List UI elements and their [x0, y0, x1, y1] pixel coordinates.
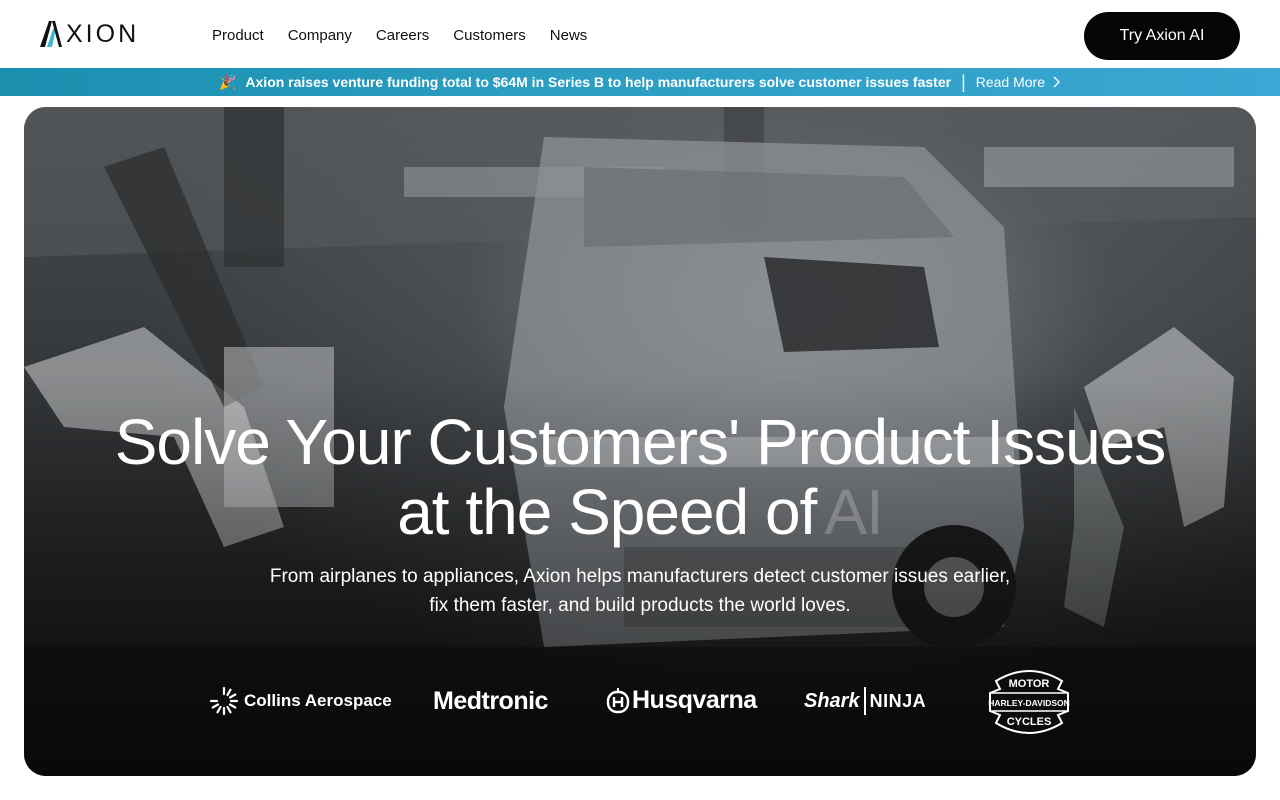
headline-line-2: at the Speed of	[397, 476, 817, 548]
headline-line-2-wrapper: at the Speed of AI	[24, 477, 1256, 547]
headline-ai-word: AI	[824, 476, 883, 548]
shark-ninja-logo: Shark NINJA	[804, 687, 926, 715]
nav-news[interactable]: News	[550, 26, 588, 46]
nav-company[interactable]: Company	[288, 26, 352, 46]
shark-text: Shark	[804, 689, 860, 712]
axion-logo[interactable]: XION	[40, 20, 139, 48]
headline-line-1: Solve Your Customers' Product Issues	[114, 406, 1167, 478]
hero-subheadline: From airplanes to appliances, Axion help…	[269, 566, 1011, 616]
collins-aerospace-logo: Collins Aerospace	[208, 685, 392, 717]
nav-careers[interactable]: Careers	[376, 26, 429, 46]
husqvarna-crown-icon	[606, 687, 630, 713]
collins-burst-icon	[209, 686, 239, 716]
hero-headline: Solve Your Customers' Product Issues at …	[24, 407, 1256, 547]
try-axion-ai-button[interactable]: Try Axion AI	[1084, 12, 1240, 60]
shark-ninja-divider	[863, 687, 866, 715]
read-more-link[interactable]: Read More	[976, 74, 1061, 90]
husqvarna-text: Husqvarna	[632, 686, 757, 714]
chevron-right-icon	[1053, 76, 1061, 88]
party-popper-icon: 🎉	[218, 73, 237, 90]
announcement-separator: |	[961, 71, 966, 92]
harley-davidson-logo: MOTOR HARLEY-DAVIDSON CYCLES	[984, 667, 1074, 737]
husqvarna-logo: Husqvarna	[606, 686, 757, 715]
medtronic-text: Medtronic	[433, 687, 548, 715]
main-nav: Product Company Careers Customers News	[212, 26, 611, 46]
nav-customers[interactable]: Customers	[453, 26, 526, 46]
announcement-message: Axion raises venture funding total to $6…	[245, 74, 952, 90]
announcement-bar: 🎉 Axion raises venture funding total to …	[0, 68, 1280, 96]
harley-mid-text: HARLEY-DAVIDSON	[988, 698, 1070, 708]
harley-top-text: MOTOR	[1009, 678, 1050, 690]
nav-product[interactable]: Product	[212, 26, 264, 46]
collins-aerospace-text: Collins Aerospace	[244, 691, 392, 710]
site-header: XION Product Company Careers Customers N…	[0, 0, 1280, 68]
ninja-text: NINJA	[869, 690, 927, 711]
read-more-label: Read More	[975, 74, 1046, 90]
hero-section: Solve Your Customers' Product Issues at …	[24, 107, 1256, 776]
medtronic-logo: Medtronic	[433, 687, 548, 716]
customer-logos: Collins Aerospace Medtronic Husqvarna Sh…	[24, 667, 1256, 737]
axion-logo-mark-icon	[40, 20, 62, 48]
axion-logo-text: XION	[66, 19, 140, 48]
harley-bottom-text: CYCLES	[1007, 716, 1052, 728]
